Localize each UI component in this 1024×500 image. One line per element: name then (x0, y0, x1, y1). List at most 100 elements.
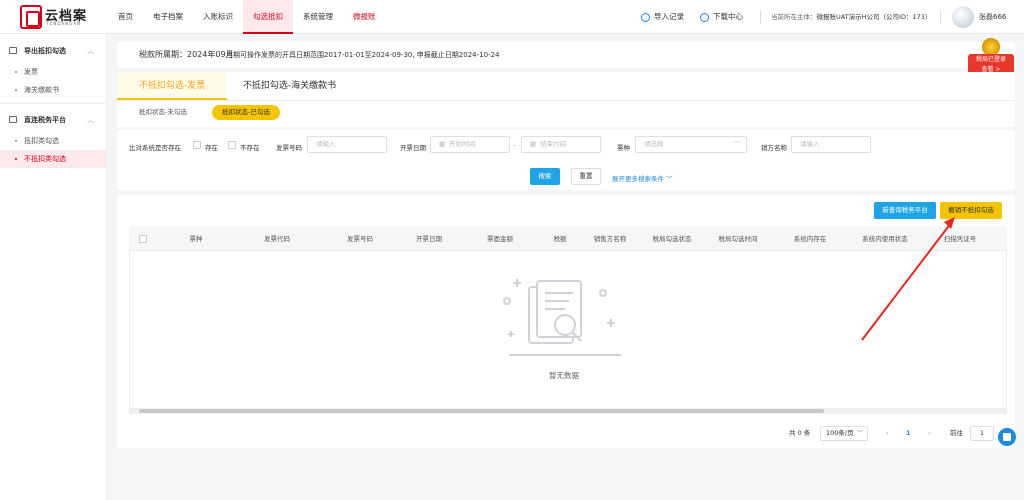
page-size-value: 100条/页 (826, 429, 854, 437)
import-records-link[interactable]: 导入记录 (641, 0, 684, 34)
exists-checkbox[interactable] (193, 141, 201, 149)
end-date-input[interactable]: ▦ 结束时间 (521, 136, 601, 153)
not-exists-checkbox[interactable] (228, 141, 236, 149)
table-panel: 新查询税务平台 撤销不抵扣勾选 票种 发票代码 发票号码 开票日期 票面金额 税… (117, 195, 1015, 448)
sidebar-item-non-deductible[interactable]: 不抵扣类勾选 (0, 150, 106, 168)
cancel-non-deduction-button[interactable]: 撤销不抵扣勾选 (940, 202, 1002, 219)
app-logo[interactable]: 云档案 YUNDANGAN (20, 5, 92, 29)
username[interactable]: 张磊666 (979, 0, 1006, 34)
invoice-no-input[interactable]: 请输入 (307, 136, 387, 153)
import-records-label: 导入记录 (654, 12, 684, 21)
invoice-type-placeholder: 请选择 (644, 140, 664, 148)
sidebar-group-label: 直连税务平台 (24, 116, 66, 124)
column-header[interactable]: 税额 (554, 227, 567, 251)
prev-page-icon[interactable]: ‹ (886, 426, 889, 441)
subtab-checked[interactable]: 抵扣状态-已勾选 (212, 105, 280, 120)
sidebar-item-customs[interactable]: 海关缴款书 (0, 81, 106, 99)
nav-e-archive[interactable]: 电子档案 (143, 0, 193, 34)
sidebar: 导出抵扣勾选 ︿ 发票 海关缴款书 直连税务平台 ︿ 抵扣类勾选 不抵扣类勾选 (0, 34, 107, 500)
badge-line-1: 税局已登录 (975, 56, 1006, 63)
new-tax-platform-button[interactable]: 新查询税务平台 (874, 202, 936, 219)
entity-label: 当前所在主体： (771, 13, 817, 21)
start-date-placeholder: 开始时间 (449, 140, 476, 148)
tax-period: 税款所属期：2024年09月 (139, 50, 234, 59)
invoice-type-select[interactable]: 请选择 ﹀ (635, 136, 747, 153)
start-date-input[interactable]: ▦ 开始时间 (430, 136, 510, 153)
exists-label: 存在 (205, 144, 218, 152)
sidebar-item-deductible[interactable]: 抵扣类勾选 (0, 132, 106, 150)
date-range-notice: 当期可操作发票的开具日期范围2017-01-01至2024-09-30, 申报截… (226, 51, 500, 59)
main-nav: 首页 电子档案 入账标识 勾选抵扣 系统管理 微报账 (108, 0, 386, 34)
tab-customs[interactable]: 不抵扣勾选-海关缴款书 (227, 72, 352, 100)
expand-filters-link[interactable]: 展开更多搜索条件 ﹀ (612, 173, 673, 183)
logo-icon (20, 5, 42, 29)
clock-icon (641, 12, 650, 22)
scrollbar-thumb[interactable] (139, 409, 824, 413)
sidebar-group-tax-platform[interactable]: 直连税务平台 ︿ (0, 108, 106, 132)
sidebar-group-export[interactable]: 导出抵扣勾选 ︿ (0, 39, 106, 63)
column-header[interactable]: 销售方名称 (594, 227, 627, 251)
column-header[interactable]: 税局勾选时间 (719, 227, 758, 251)
column-header[interactable]: 系统内存在 (794, 227, 827, 251)
topbar-divider (940, 10, 941, 24)
chevron-down-icon: ﹀ (856, 429, 864, 437)
goto-page-input[interactable]: 1 (970, 426, 994, 441)
column-header[interactable]: 系统内使用状态 (862, 227, 908, 251)
subtab-unchecked[interactable]: 抵扣状态-未勾选 (139, 105, 187, 120)
printer-icon (9, 116, 17, 123)
filter-panel: 比对系统是否存在 存在 不存在 发票号码 请输入 开票日期 ▦ 开始时间 - ▦ 结… (117, 130, 1015, 190)
topbar-divider (760, 10, 761, 24)
issue-date-label: 开票日期 (400, 144, 426, 152)
column-header[interactable]: 税局勾选状态 (653, 227, 692, 251)
column-header[interactable]: 扫描凭证号 (944, 227, 977, 251)
avatar[interactable] (952, 6, 974, 28)
column-header[interactable]: 票面金额 (487, 227, 513, 251)
tabs-divider (117, 100, 1015, 101)
invoice-type-label: 票种 (617, 144, 630, 152)
download-icon (700, 12, 709, 22)
expand-filters-label: 展开更多搜索条件 (612, 175, 664, 183)
tax-period-bar: 税款所属期：2024年09月 当期可操作发票的开具日期范围2017-01-01至… (117, 42, 1015, 68)
table-header: 票种 发票代码 发票号码 开票日期 票面金额 税额 销售方名称 税局勾选状态 税… (129, 227, 1007, 251)
sidebar-group-label: 导出抵扣勾选 (24, 47, 66, 55)
nav-home[interactable]: 首页 (108, 0, 143, 34)
seller-label: 销方名称 (761, 144, 787, 152)
column-header[interactable]: 开票日期 (416, 227, 442, 251)
chevron-up-icon: ︿ (87, 116, 94, 124)
floating-help-button[interactable] (998, 428, 1016, 446)
download-center-label: 下载中心 (713, 12, 743, 21)
logo-subtext: YUNDANGAN (46, 21, 81, 26)
sidebar-item-invoice[interactable]: 发票 (0, 63, 106, 81)
compare-label: 比对系统是否存在 (129, 144, 181, 152)
page-size-select[interactable]: 100条/页 ﹀ (820, 426, 868, 441)
chevron-down-icon: ﹀ (666, 175, 673, 183)
nav-deduction-check[interactable]: 勾选抵扣 (243, 0, 293, 34)
next-page-icon[interactable]: › (928, 426, 931, 441)
chevron-up-icon: ︿ (87, 47, 94, 55)
empty-text: 暂无数据 (549, 371, 579, 380)
sidebar-divider (0, 103, 106, 104)
horizontal-scrollbar[interactable] (129, 408, 1007, 414)
search-button[interactable]: 搜索 (530, 168, 560, 185)
seller-input[interactable]: 请输入 (791, 136, 871, 153)
date-separator: - (513, 141, 516, 149)
nav-entry-mark[interactable]: 入账标识 (193, 0, 243, 34)
calendar-icon: ▦ (530, 140, 537, 148)
download-center-link[interactable]: 下载中心 (700, 0, 743, 34)
reset-button[interactable]: 重置 (571, 168, 601, 185)
column-header[interactable]: 发票号码 (347, 227, 373, 251)
top-bar: 云档案 YUNDANGAN 首页 电子档案 入账标识 勾选抵扣 系统管理 微报账… (0, 0, 1024, 34)
printer-icon (9, 47, 17, 54)
nav-micro-expense[interactable]: 微报账 (343, 0, 386, 34)
select-all-checkbox[interactable] (139, 235, 147, 243)
end-date-placeholder: 结束时间 (540, 140, 567, 148)
calendar-icon: ▦ (439, 140, 446, 148)
tab-invoice[interactable]: 不抵扣勾选-发票 (117, 72, 227, 100)
chevron-down-icon: ﹀ (733, 140, 741, 148)
column-header[interactable]: 票种 (190, 227, 203, 251)
column-header[interactable]: 发票代码 (264, 227, 290, 251)
invoice-no-label: 发票号码 (276, 144, 302, 152)
tabs-panel: 不抵扣勾选-发票 不抵扣勾选-海关缴款书 抵扣状态-未勾选 抵扣状态-已勾选 (117, 72, 1015, 127)
current-page[interactable]: 1 (906, 426, 911, 441)
nav-system-admin[interactable]: 系统管理 (293, 0, 343, 34)
